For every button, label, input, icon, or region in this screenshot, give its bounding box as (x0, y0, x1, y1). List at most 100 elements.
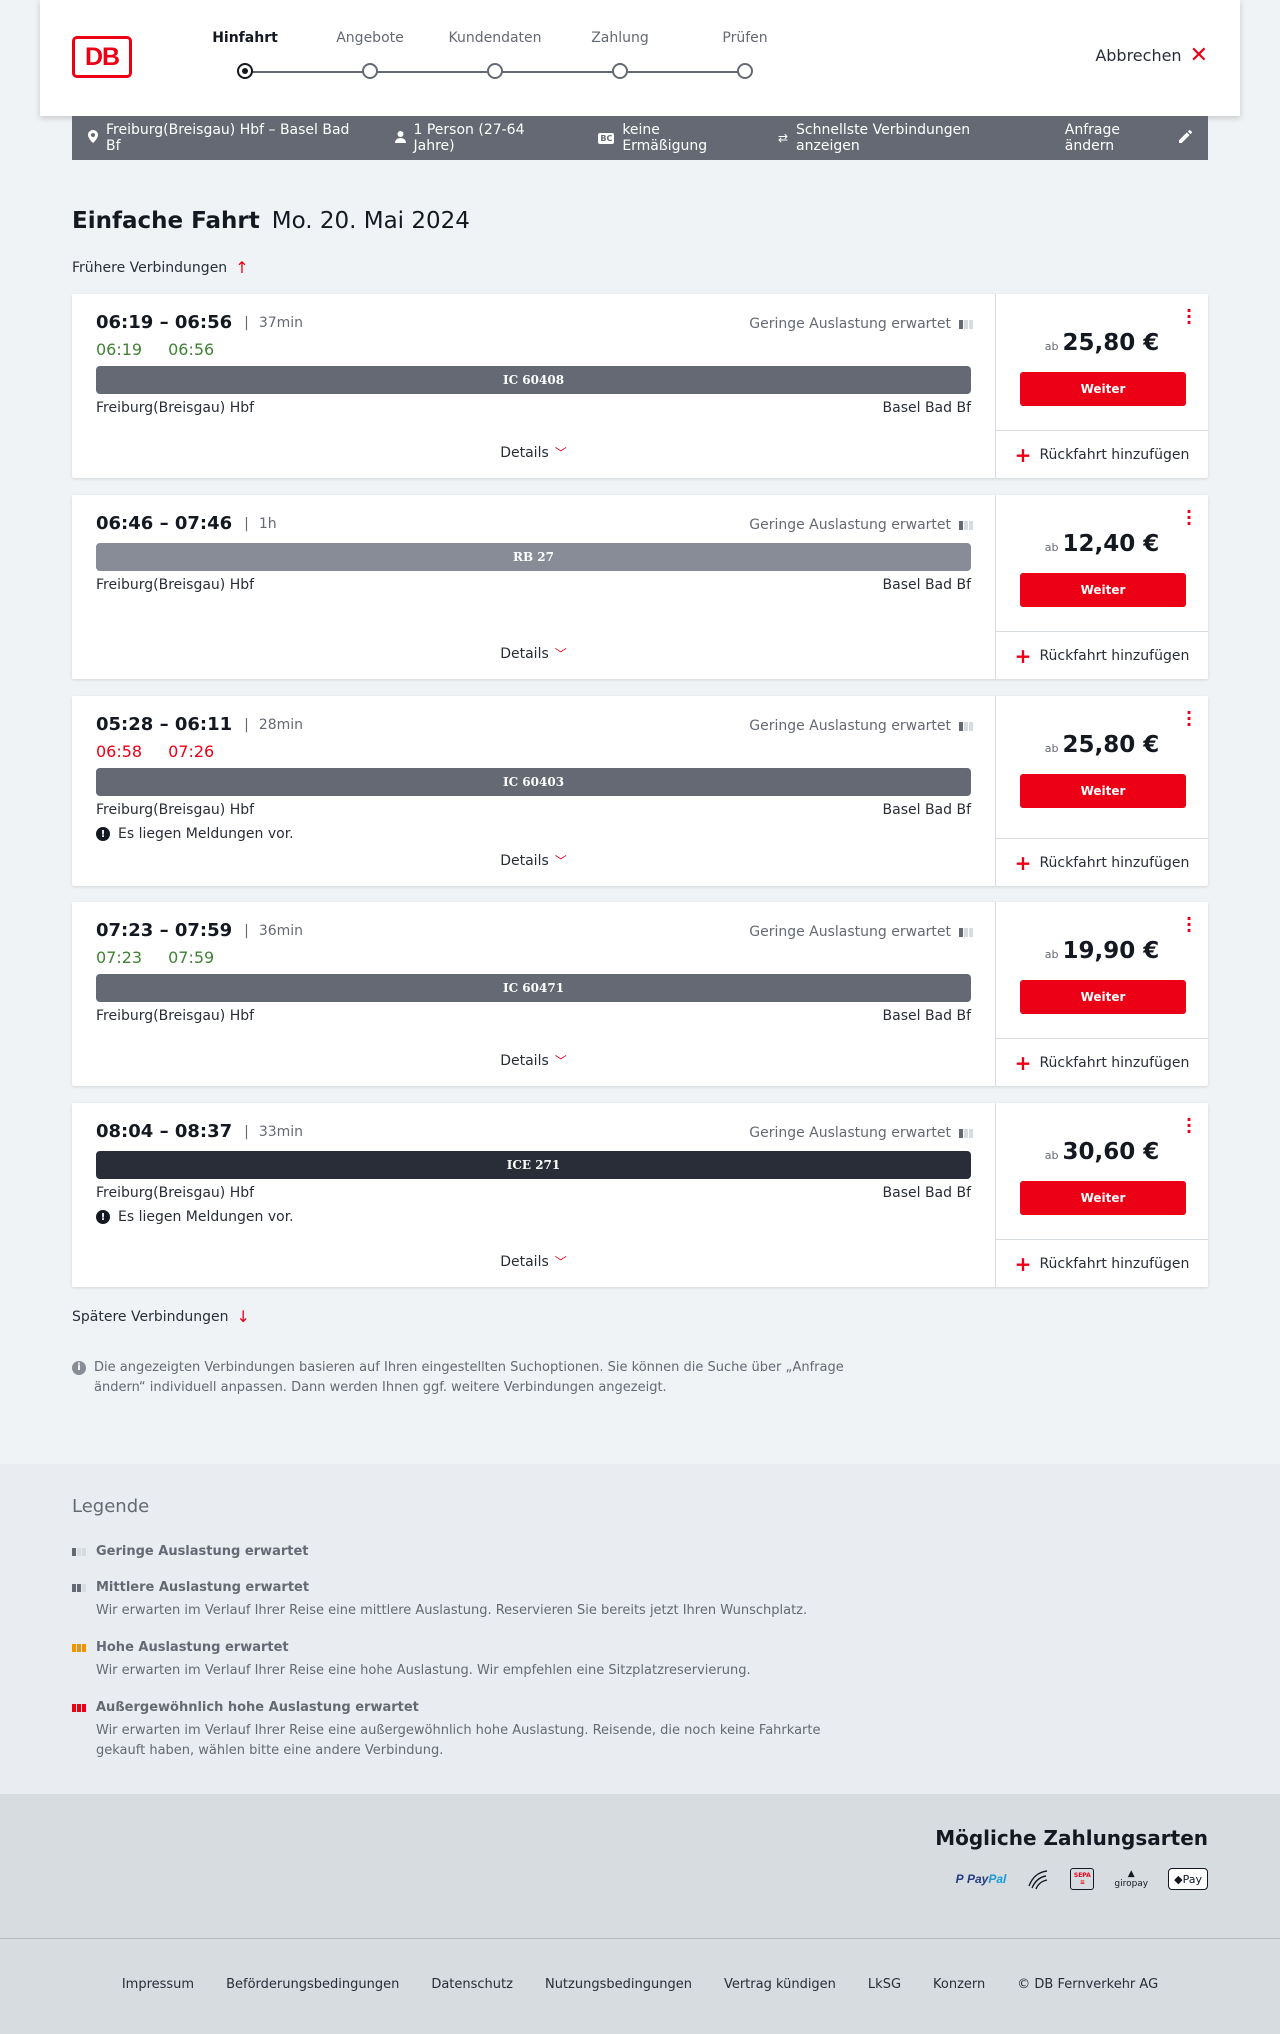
connection-card: 06:46 – 07:46 | 1h Geringe Auslastung erwar… (72, 495, 1208, 679)
duration: 33min (258, 1123, 304, 1140)
train-bar[interactable]: IC 60403 (96, 768, 971, 796)
connection-main: 06:46 – 07:46 | 1h Geringe Auslastung erwar… (72, 495, 995, 679)
legend-item-low: Geringe Auslastung erwartet (72, 1544, 872, 1559)
continue-button[interactable]: Weiter (1020, 774, 1186, 808)
more-options-icon[interactable]: · · · (1186, 705, 1192, 733)
step-dot-icon (612, 63, 628, 79)
train-bar[interactable]: IC 60471 (96, 974, 971, 1002)
footer-link-befoerderungsbedingungen[interactable]: Beförderungsbedingungen (226, 1977, 399, 1992)
occupancy-very-high-icon (72, 1703, 86, 1712)
footer-link-nutzungsbedingungen[interactable]: Nutzungsbedingungen (545, 1977, 692, 1992)
stations: Freiburg(Breisgau) Hbf Basel Bad Bf (96, 400, 971, 416)
earlier-connections-link[interactable]: Frühere Verbindungen ↑ (72, 258, 249, 277)
occupancy-indicator[interactable]: Geringe Auslastung erwartet (749, 718, 973, 734)
chevron-down-icon: ﹀ (554, 1054, 567, 1068)
step-hinfahrt[interactable]: Hinfahrt (180, 30, 310, 79)
add-return-trip-button[interactable]: + Rückfahrt hinzufügen (996, 838, 1208, 886)
info-icon: i (72, 1361, 86, 1375)
sepa-icon: SEPA ≡ (1070, 1868, 1095, 1890)
notice[interactable]: ! Es liegen Meldungen vor. (96, 1209, 294, 1225)
continue-button[interactable]: Weiter (1020, 372, 1186, 406)
destination-station: Basel Bad Bf (882, 577, 971, 593)
price-value: 19,90 € (1062, 938, 1160, 964)
legend-item-title: Außergewöhnlich hohe Auslastung erwartet (96, 1700, 419, 1715)
more-options-icon[interactable]: · · · (1186, 911, 1192, 939)
summary-discount: BC keine Ermäßigung (598, 122, 746, 154)
step-dot-icon (487, 63, 503, 79)
person-icon (394, 130, 406, 146)
continue-button[interactable]: Weiter (1020, 1181, 1186, 1215)
add-return-trip-button[interactable]: + Rückfahrt hinzufügen (996, 631, 1208, 679)
details-toggle[interactable]: Details ﹀ (72, 1253, 995, 1270)
continue-button[interactable]: Weiter (1020, 573, 1186, 607)
realtime-departure: 07:23 (96, 948, 143, 967)
add-return-trip-button[interactable]: + Rückfahrt hinzufügen (996, 1239, 1208, 1287)
chevron-down-icon: ﹀ (554, 854, 567, 868)
price-prefix: ab (1044, 541, 1059, 554)
departure-arrival-times: 06:19 – 06:56 (96, 312, 233, 333)
connection-offer: · · · ab 19,90 € Weiter + Rückfahrt hinzufügen (995, 902, 1208, 1086)
step-kundendaten: Kundendaten (430, 30, 560, 79)
cancel-button[interactable]: Abbrechen ✕ (1095, 44, 1208, 66)
arrow-up-icon: ↑ (235, 258, 249, 277)
details-toggle[interactable]: Details ﹀ (72, 1052, 995, 1069)
train-bar[interactable]: RB 27 (96, 543, 971, 571)
more-options-icon[interactable]: · · · (1186, 303, 1192, 331)
connection-offer: · · · ab 30,60 € Weiter + Rückfahrt hinzufügen (995, 1103, 1208, 1287)
add-return-trip-button[interactable]: + Rückfahrt hinzufügen (996, 430, 1208, 478)
realtime-departure: 06:19 (96, 340, 143, 359)
price-value: 25,80 € (1062, 330, 1160, 356)
price: ab 19,90 € (996, 938, 1208, 964)
booking-stepper: Hinfahrt Angebote Kundendaten Zahlung Pr… (180, 30, 780, 90)
edit-request-button[interactable]: Anfrage ändern (1065, 122, 1193, 154)
occupancy-label: Geringe Auslastung erwartet (749, 517, 951, 533)
train-bar[interactable]: ICE 271 (96, 1151, 971, 1179)
payment-icons: P Pay Pal SEPA ≡ ▲ giropay ◆ Pay (956, 1864, 1208, 1894)
realtime-departure: 06:58 (96, 742, 143, 761)
footer: Impressum Beförderungsbedingungen Datens… (0, 1938, 1280, 2034)
details-label: Details (500, 1254, 549, 1270)
price-prefix: ab (1044, 340, 1059, 353)
connection-times: 06:19 – 06:56 | 37min (96, 312, 303, 333)
stations: Freiburg(Breisgau) Hbf Basel Bad Bf (96, 802, 971, 818)
price-value: 30,60 € (1062, 1139, 1160, 1165)
occupancy-indicator[interactable]: Geringe Auslastung erwartet (749, 924, 973, 940)
occupancy-low-icon (959, 520, 973, 530)
add-return-trip-button[interactable]: + Rückfahrt hinzufügen (996, 1038, 1208, 1086)
summary-route: Freiburg(Breisgau) Hbf – Basel Bad Bf (88, 122, 363, 154)
occupancy-indicator[interactable]: Geringe Auslastung erwartet (749, 1125, 973, 1141)
occupancy-indicator[interactable]: Geringe Auslastung erwartet (749, 517, 973, 533)
origin-station: Freiburg(Breisgau) Hbf (96, 400, 255, 416)
train-bar[interactable]: IC 60408 (96, 366, 971, 394)
arrow-down-icon: ↓ (236, 1307, 250, 1326)
footer-link-datenschutz[interactable]: Datenschutz (431, 1977, 513, 1992)
location-pin-icon (88, 130, 98, 146)
duration: 28min (258, 716, 304, 733)
step-angebote: Angebote (305, 30, 435, 79)
occupancy-label: Geringe Auslastung erwartet (749, 718, 951, 734)
footer-link-impressum[interactable]: Impressum (122, 1977, 194, 1992)
plus-icon: + (1014, 643, 1032, 668)
later-connections-link[interactable]: Spätere Verbindungen ↓ (72, 1307, 250, 1326)
details-toggle[interactable]: Details ﹀ (72, 444, 995, 461)
db-logo[interactable]: DB (72, 36, 132, 78)
continue-button[interactable]: Weiter (1020, 980, 1186, 1014)
stations: Freiburg(Breisgau) Hbf Basel Bad Bf (96, 577, 971, 593)
notice[interactable]: ! Es liegen Meldungen vor. (96, 826, 294, 842)
connection-card: 06:19 – 06:56 | 37min Geringe Auslastung er… (72, 294, 1208, 478)
notice-text: Es liegen Meldungen vor. (118, 1209, 294, 1225)
footer-link-vertrag-kuendigen[interactable]: Vertrag kündigen (724, 1977, 836, 1992)
occupancy-low-icon (959, 1128, 973, 1138)
details-toggle[interactable]: Details ﹀ (72, 852, 995, 869)
footer-link-lksg[interactable]: LkSG (868, 1977, 901, 1992)
realtime-times: 06:19 06:56 (96, 340, 214, 359)
details-toggle[interactable]: Details ﹀ (72, 645, 995, 662)
add-return-trip-label: Rückfahrt hinzufügen (1039, 1255, 1190, 1272)
more-options-icon[interactable]: · · · (1186, 504, 1192, 532)
footer-link-konzern[interactable]: Konzern (933, 1977, 985, 1992)
legend-item-medium: Mittlere Auslastung erwartet Wir erwarte… (72, 1580, 872, 1621)
step-dot-icon (362, 63, 378, 79)
separator: | (244, 716, 249, 733)
occupancy-indicator[interactable]: Geringe Auslastung erwartet (749, 316, 973, 332)
more-options-icon[interactable]: · · · (1186, 1112, 1192, 1140)
